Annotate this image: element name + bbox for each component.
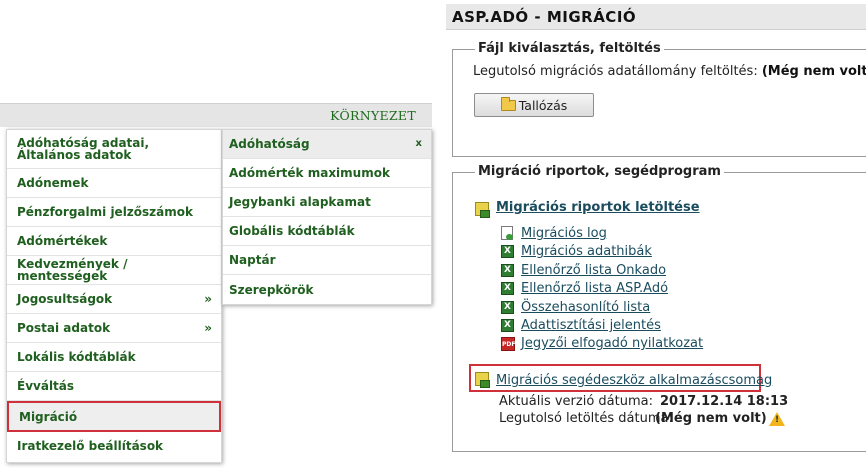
excel-icon: X — [501, 301, 514, 314]
menu-item-lokalis-kodtablak[interactable]: Lokális kódtáblák — [7, 343, 221, 372]
menu-item-label: Kedvezmények / mentességek — [17, 257, 128, 283]
menu-item-label: Pénzforgalmi jelzőszámok — [17, 205, 193, 219]
last-download-value: (Még nem volt) — [655, 411, 767, 426]
submenu-item-label: Jegybanki alapkamat — [229, 195, 371, 209]
report-link-osszehasonlito[interactable]: Összehasonlító lista — [521, 300, 650, 315]
log-icon — [501, 226, 513, 240]
browse-button-label: Tallózás — [518, 97, 568, 113]
report-link-jegyzoi-nyilatkozat[interactable]: Jegyzői elfogadó nyilatkozat — [521, 336, 703, 351]
menu-item-migracio[interactable]: Migráció — [7, 401, 221, 432]
last-upload-value: (Még nem volt) — [761, 64, 866, 79]
menu-item-label: Adóhatóság adatai, Általános adatok — [17, 136, 150, 162]
excel-icon: X — [501, 264, 514, 277]
menu-item-kedvezmenyek[interactable]: Kedvezmények / mentességek — [7, 256, 221, 285]
menu-item-adonemek[interactable]: Adónemek — [7, 169, 221, 198]
menu-item-label: Iratkezelő beállítások — [17, 439, 164, 453]
environment-title[interactable]: KÖRNYEZET — [330, 108, 416, 123]
close-icon[interactable]: x — [416, 138, 422, 150]
menu-item-label: Évváltás — [17, 379, 75, 393]
version-date-label: Aktuális verzió dátuma: — [499, 394, 653, 409]
last-upload-text: Legutolsó migrációs adatállomány feltölt… — [473, 64, 866, 79]
last-download-label: Legutolsó letöltés dátuma: — [499, 411, 673, 426]
package-icon — [475, 372, 490, 388]
report-link-migracios-log[interactable]: Migrációs log — [521, 226, 607, 241]
menu-item-label: Postai adatok — [17, 321, 111, 335]
tool-package-link[interactable]: Migrációs segédeszköz alkalmazáscsomag — [496, 373, 772, 388]
reports-legend: Migráció riportok, segédprogram — [475, 164, 724, 179]
report-link-ellenorzo-onkado[interactable]: Ellenőrző lista Onkado — [521, 263, 666, 278]
submenu-item-adomertek-maximumok[interactable]: Adómérték maximumok — [223, 159, 431, 188]
menu-item-label: Lokális kódtáblák — [17, 350, 136, 364]
download-reports-link[interactable]: Migrációs riportok letöltése — [496, 200, 700, 215]
submenu-item-szerepkorok[interactable]: Szerepkörök — [223, 275, 431, 304]
submenu-panel: Adóhatóság x Adómérték maximumok Jegyban… — [222, 129, 432, 305]
pdf-icon: PDF — [501, 337, 515, 351]
submenu-item-label: Adóhatóság — [229, 137, 310, 151]
menu-item-label: Jogosultságok — [17, 292, 113, 306]
warning-icon: ! — [769, 412, 785, 426]
submenu-arrow-icon: » — [204, 292, 212, 306]
submenu-item-label: Globális kódtáblák — [229, 224, 355, 238]
excel-icon: X — [501, 282, 514, 295]
submenu-item-label: Szerepkörök — [229, 282, 314, 297]
report-link-migracios-adathibak[interactable]: Migrációs adathibák — [521, 244, 652, 259]
panel-header: ASP.ADÓ - MIGRÁCIÓ — [446, 4, 866, 30]
last-upload-label: Legutolsó migrációs adatállomány feltölt… — [473, 64, 758, 79]
menu-item-label: Adómértékek — [17, 234, 108, 248]
menu-item-postai-adatok[interactable]: Postai adatok » — [7, 314, 221, 343]
menu-item-adomertekek[interactable]: Adómértékek — [7, 227, 221, 256]
package-icon — [475, 202, 490, 218]
browse-button[interactable]: Tallózás — [474, 93, 594, 117]
excel-icon: X — [501, 245, 514, 258]
upload-fieldset: Fájl kiválasztás, feltöltés Legutolsó mi… — [452, 41, 866, 157]
environment-bar: KÖRNYEZET — [0, 103, 432, 127]
submenu-item-naptar[interactable]: Naptár — [223, 246, 431, 275]
version-date-value: 2017.12.14 18:13 — [660, 394, 789, 409]
folder-icon — [500, 96, 516, 111]
menu-item-evvaltas[interactable]: Évváltás — [7, 372, 221, 401]
report-link-adattisztitasi[interactable]: Adattisztítási jelentés — [521, 318, 661, 333]
submenu-item-jegybanki-alapkamat[interactable]: Jegybanki alapkamat — [223, 188, 431, 217]
environment-menu: Adóhatóság adatai, Általános adatok Adón… — [6, 129, 222, 463]
upload-legend: Fájl kiválasztás, feltöltés — [475, 41, 664, 56]
menu-item-jogosultsagok[interactable]: Jogosultságok » — [7, 285, 221, 314]
submenu-item-adohatosag[interactable]: Adóhatóság x — [223, 130, 431, 159]
menu-item-iratkezelo-beallitasok[interactable]: Iratkezelő beállítások — [7, 432, 221, 460]
report-link-ellenorzo-asp[interactable]: Ellenőrző lista ASP.Adó — [521, 281, 668, 296]
menu-item-label: Adónemek — [17, 176, 89, 190]
reports-fieldset: Migráció riportok, segédprogram Migráció… — [452, 164, 866, 452]
submenu-arrow-icon: » — [204, 321, 212, 335]
menu-item-penzforgalmi-jelzoszamok[interactable]: Pénzforgalmi jelzőszámok — [7, 198, 221, 227]
page-title: ASP.ADÓ - MIGRÁCIÓ — [452, 8, 637, 26]
submenu-item-label: Adómérték maximumok — [229, 166, 390, 180]
menu-item-label: Migráció — [19, 409, 78, 424]
submenu-item-globalis-kodtablak[interactable]: Globális kódtáblák — [223, 217, 431, 246]
excel-icon: X — [501, 319, 514, 332]
menu-item-adohatosag-adatai[interactable]: Adóhatóság adatai, Általános adatok — [7, 130, 221, 169]
submenu-item-label: Naptár — [229, 253, 276, 267]
